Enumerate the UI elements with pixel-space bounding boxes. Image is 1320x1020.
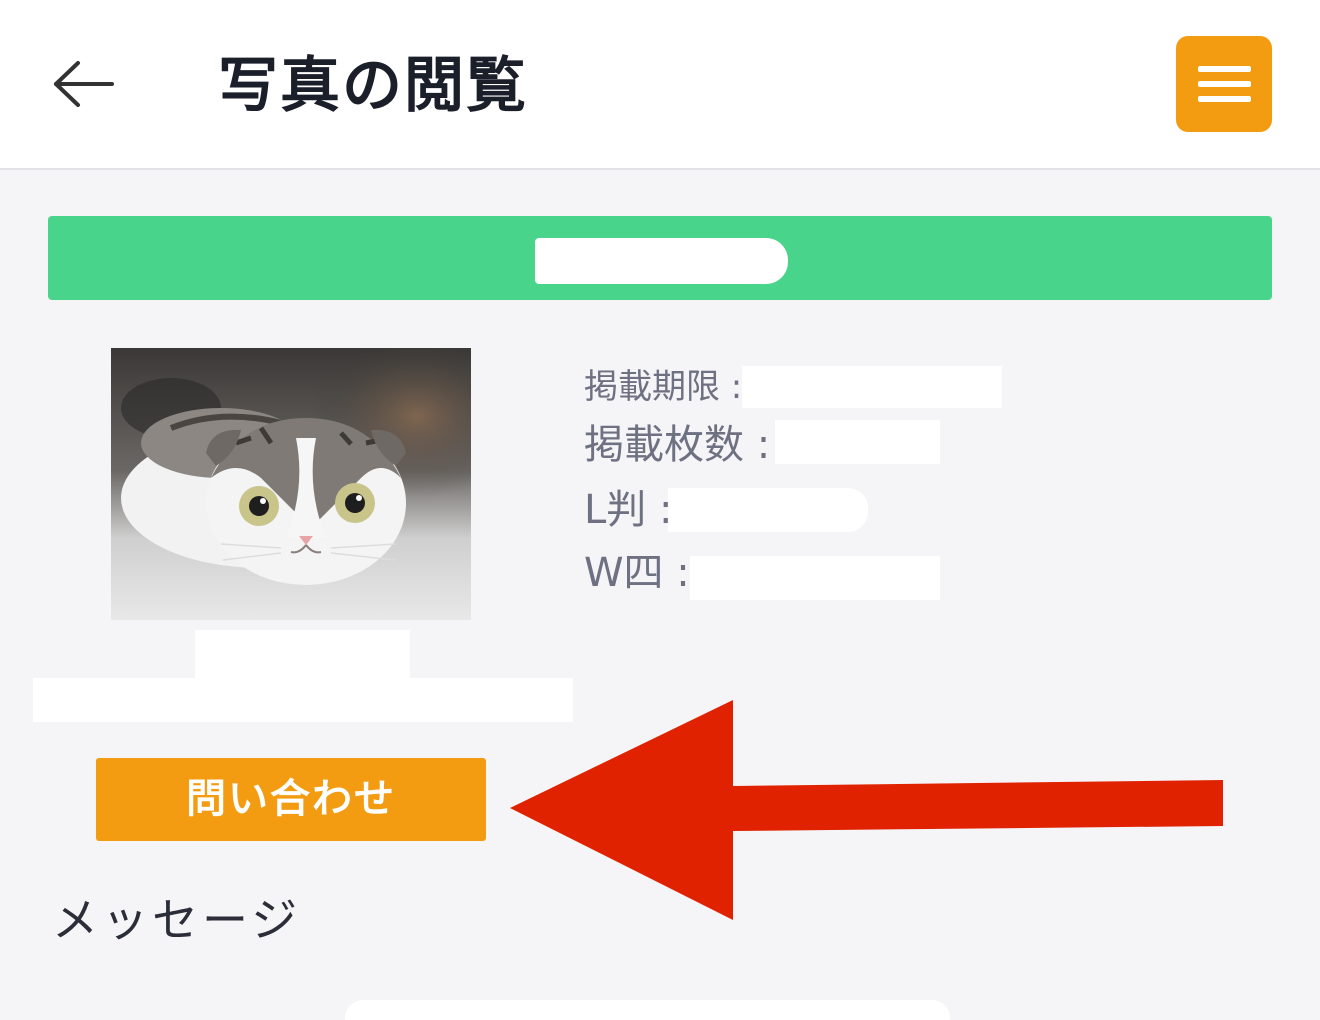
redacted-photo-description	[33, 678, 573, 722]
redacted-photo-caption	[195, 630, 410, 678]
info-deadline-label: 掲載期限 :	[584, 367, 743, 407]
redacted-count-value	[775, 420, 940, 464]
red-arrow-annotation	[510, 700, 1223, 920]
contact-button[interactable]: 問い合わせ	[96, 758, 486, 841]
album-name-banner	[48, 216, 1272, 300]
redacted-banner-text	[535, 238, 788, 284]
arrow-left-icon	[54, 61, 114, 107]
info-w4-label: W四 :	[584, 550, 690, 596]
header-bar: 写真の閲覧	[0, 0, 1320, 170]
info-count-label: 掲載枚数 :	[584, 422, 771, 468]
page-title: 写真の閲覧	[218, 51, 528, 121]
menu-button[interactable]	[1176, 36, 1272, 132]
cat-photo-image	[111, 348, 471, 620]
redacted-deadline-value	[742, 366, 1002, 408]
messages-heading: メッセージ	[52, 893, 302, 947]
back-button[interactable]	[50, 55, 120, 115]
info-l-size-label: L判 :	[584, 487, 673, 533]
redacted-message-preview	[345, 1000, 950, 1020]
redacted-w4-value	[690, 556, 940, 600]
app-screen: 写真の閲覧 掲載期限: 掲載枚数: L判: W四: 問い合わせ メッセー…	[0, 0, 1320, 1020]
photo-thumbnail[interactable]	[111, 348, 471, 620]
redacted-l-size-value	[668, 488, 868, 532]
